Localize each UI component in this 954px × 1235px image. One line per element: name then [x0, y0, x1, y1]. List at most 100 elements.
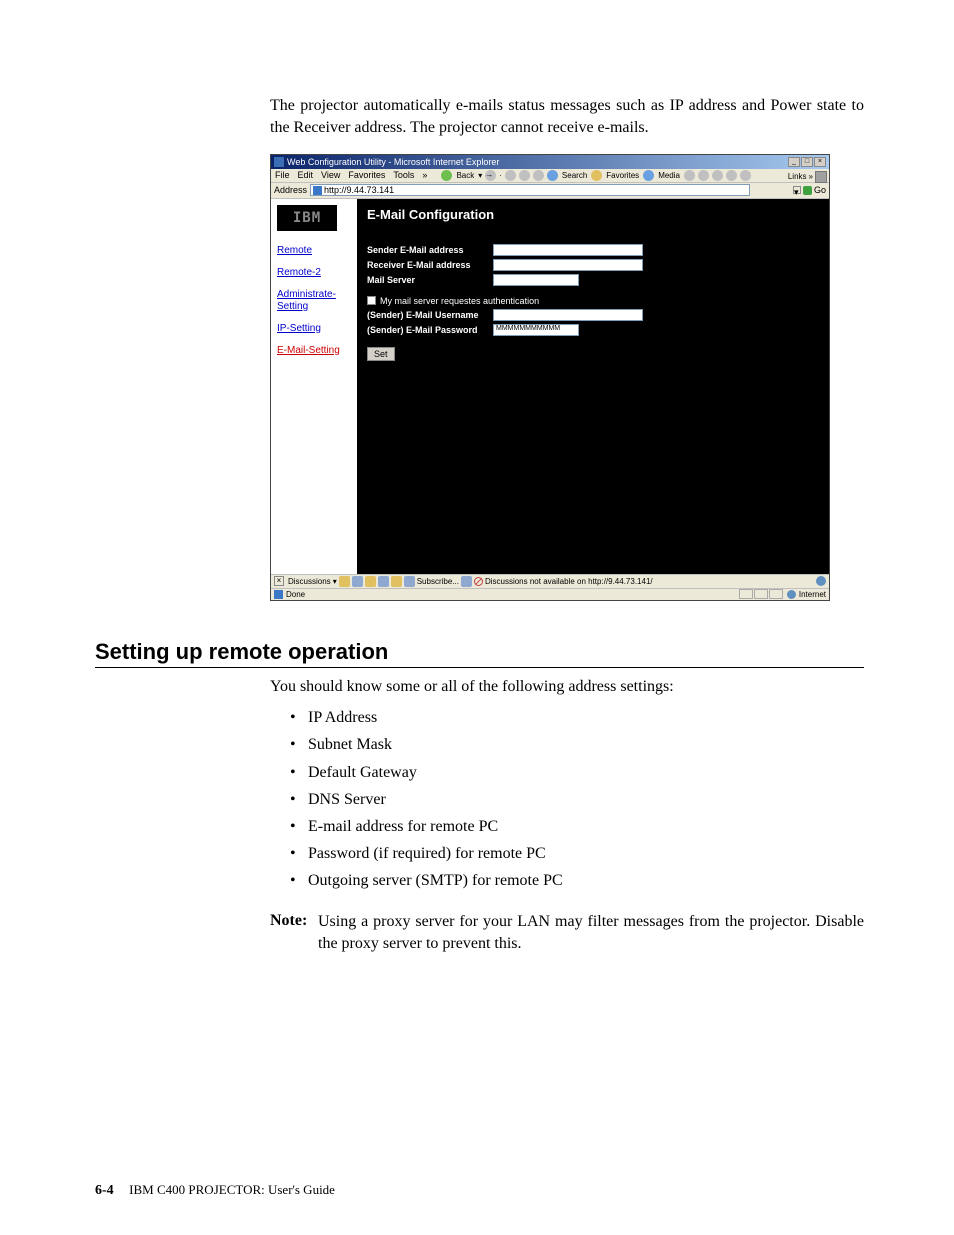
back-label[interactable]: Back	[456, 171, 474, 180]
sender-password-input[interactable]: MMMMMMMMMMM	[493, 324, 579, 336]
history-icon[interactable]	[684, 170, 695, 181]
nav-remote[interactable]: Remote	[277, 245, 351, 257]
address-value: http://9.44.73.141	[324, 185, 394, 195]
menu-view[interactable]: View	[321, 170, 340, 180]
toolbar: Back ▾ → · Search Favorites Media	[441, 170, 751, 181]
print-icon[interactable]	[712, 170, 723, 181]
go-label[interactable]: Go	[814, 185, 826, 195]
section-heading: Setting up remote operation	[95, 639, 864, 668]
media-icon[interactable]	[643, 170, 654, 181]
intro-paragraph: The projector automatically e-mails stat…	[270, 95, 864, 140]
mail-server-label: Mail Server	[367, 275, 493, 285]
favorites-label[interactable]: Favorites	[606, 171, 639, 180]
set-button[interactable]: Set	[367, 347, 395, 361]
discussions-icon-6[interactable]	[404, 576, 415, 587]
close-button[interactable]: ×	[814, 157, 826, 167]
status-done: Done	[286, 590, 305, 599]
back-dropdown-icon[interactable]: ▾	[478, 171, 482, 180]
sender-password-label: (Sender) E-Mail Password	[367, 325, 493, 335]
discussions-icon-5[interactable]	[391, 576, 402, 587]
sender-username-input[interactable]	[493, 309, 643, 321]
edit-icon[interactable]	[726, 170, 737, 181]
links-more[interactable]: »	[809, 172, 813, 181]
search-icon[interactable]	[547, 170, 558, 181]
discussions-icon-3[interactable]	[365, 576, 376, 587]
page-number: 6-4	[95, 1183, 114, 1198]
status-box-1	[739, 589, 753, 599]
discussions-net-icon	[816, 576, 826, 586]
panel-title: E-Mail Configuration	[367, 207, 819, 222]
subscribe-link[interactable]: Subscribe...	[417, 577, 459, 586]
mail-icon[interactable]	[698, 170, 709, 181]
ie-icon	[274, 157, 284, 167]
list-item: E-mail address for remote PC	[290, 813, 864, 840]
embedded-screenshot: Web Configuration Utility - Microsoft In…	[270, 154, 830, 601]
media-label[interactable]: Media	[658, 171, 680, 180]
list-item: Outgoing server (SMTP) for remote PC	[290, 867, 864, 894]
stop-icon[interactable]	[505, 170, 516, 181]
links-bar: Links »	[788, 171, 827, 183]
nav-remote2[interactable]: Remote-2	[277, 267, 351, 279]
nav-email-setting[interactable]: E-Mail-Setting	[277, 345, 351, 357]
back-icon[interactable]	[441, 170, 452, 181]
page-icon	[313, 186, 322, 195]
done-icon	[274, 590, 283, 599]
go-icon[interactable]	[803, 186, 812, 195]
discussions-icon-4[interactable]	[378, 576, 389, 587]
discussions-dropdown-icon[interactable]: ▾	[333, 577, 337, 586]
note-text: Using a proxy server for your LAN may fi…	[318, 911, 864, 956]
receiver-address-input[interactable]	[493, 259, 643, 271]
discussions-bar: × Discussions ▾ Subscribe... Discussions…	[271, 574, 829, 588]
page-footer: 6-4 IBM C400 PROJECTOR: User's Guide	[95, 1182, 335, 1199]
window-title-text: Web Configuration Utility - Microsoft In…	[287, 157, 499, 167]
discussions-label[interactable]: Discussions	[288, 577, 331, 586]
mail-server-input[interactable]	[493, 274, 579, 286]
home-icon[interactable]	[533, 170, 544, 181]
not-available-icon	[474, 577, 483, 586]
menu-tools[interactable]: Tools	[393, 170, 414, 180]
note-block: Note: Using a proxy server for your LAN …	[270, 910, 864, 955]
discussions-close-icon[interactable]: ×	[274, 576, 284, 586]
discussions-icon-2[interactable]	[352, 576, 363, 587]
menu-file[interactable]: File	[275, 170, 290, 180]
window-titlebar: Web Configuration Utility - Microsoft In…	[271, 155, 829, 169]
nav-admin-setting[interactable]: Administrate-Setting	[277, 289, 351, 313]
links-button-icon[interactable]	[815, 171, 827, 183]
discuss-icon[interactable]	[740, 170, 751, 181]
status-zone: Internet	[799, 590, 826, 599]
nav-ip-setting[interactable]: IP-Setting	[277, 323, 351, 335]
discussions-not-available: Discussions not available on http://9.44…	[485, 577, 653, 586]
minimize-button[interactable]: _	[788, 157, 800, 167]
refresh-icon[interactable]	[519, 170, 530, 181]
receiver-address-label: Receiver E-Mail address	[367, 260, 493, 270]
favorites-icon[interactable]	[591, 170, 602, 181]
ibm-logo: IBM	[277, 205, 337, 231]
status-box-2	[754, 589, 768, 599]
auth-checkbox[interactable]	[367, 296, 376, 305]
search-label[interactable]: Search	[562, 171, 587, 180]
section-intro: You should know some or all of the follo…	[270, 676, 864, 698]
forward-icon[interactable]: →	[485, 170, 496, 181]
note-label: Note:	[270, 910, 314, 932]
address-bar: Address http://9.44.73.141 ▾ Go	[271, 183, 829, 199]
sender-address-label: Sender E-Mail address	[367, 245, 493, 255]
status-box-3	[769, 589, 783, 599]
maximize-button[interactable]: □	[801, 157, 813, 167]
menubar: File Edit View Favorites Tools » Back ▾ …	[271, 169, 829, 183]
discussions-icon-1[interactable]	[339, 576, 350, 587]
menu-more[interactable]: »	[422, 170, 427, 180]
manual-title: IBM C400 PROJECTOR: User's Guide	[129, 1182, 335, 1197]
address-dropdown-icon[interactable]: ▾	[793, 186, 801, 194]
links-label[interactable]: Links	[788, 172, 807, 181]
menu-favorites[interactable]: Favorites	[348, 170, 385, 180]
email-config-panel: E-Mail Configuration Sender E-Mail addre…	[357, 199, 829, 574]
list-item: Password (if required) for remote PC	[290, 840, 864, 867]
discussions-icon-7[interactable]	[461, 576, 472, 587]
auth-checkbox-label: My mail server requestes authentication	[380, 296, 539, 306]
address-label: Address	[274, 185, 307, 195]
menu-edit[interactable]: Edit	[298, 170, 314, 180]
sender-address-input[interactable]	[493, 244, 643, 256]
address-input[interactable]: http://9.44.73.141	[310, 184, 750, 196]
list-item: Default Gateway	[290, 759, 864, 786]
sender-username-label: (Sender) E-Mail Username	[367, 310, 493, 320]
